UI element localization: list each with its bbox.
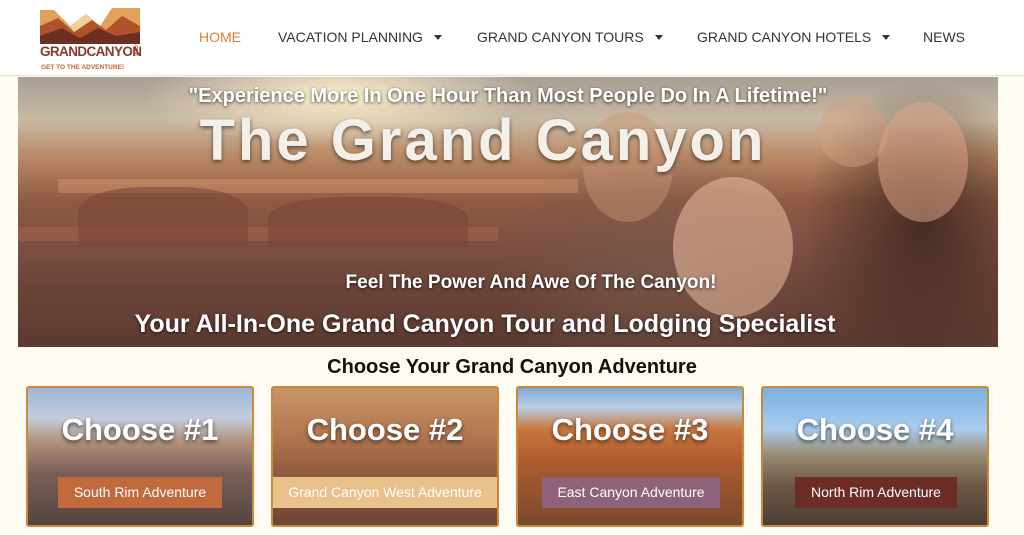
hero-banner: "Experience More In One Hour Than Most P… — [18, 77, 998, 347]
nav-vacation-planning-label: VACATION PLANNING — [278, 29, 423, 45]
nav-grand-canyon-hotels-label: GRAND CANYON HOTELS — [697, 29, 872, 45]
main-nav: HOME VACATION PLANNING GRAND CANYON TOUR… — [0, 29, 1024, 49]
adventure-card-north-rim[interactable]: Choose #4 North Rim Adventure — [761, 386, 989, 527]
nav-grand-canyon-tours-label: GRAND CANYON TOURS — [477, 29, 644, 45]
adventure-card-south-rim[interactable]: Choose #1 South Rim Adventure — [26, 386, 254, 527]
card-title: Choose #3 — [551, 412, 709, 447]
nav-home[interactable]: HOME — [199, 29, 241, 45]
nav-grand-canyon-tours[interactable]: GRAND CANYON TOURS — [477, 29, 663, 45]
hero-quote: "Experience More In One Hour Than Most P… — [188, 85, 828, 107]
chevron-down-icon — [433, 35, 442, 40]
card-title: Choose #2 — [306, 412, 464, 447]
south-rim-adventure-button[interactable]: South Rim Adventure — [58, 477, 222, 508]
adventure-card-west[interactable]: Choose #2 Grand Canyon West Adventure — [271, 386, 499, 527]
grand-canyon-west-adventure-button[interactable]: Grand Canyon West Adventure — [273, 477, 497, 508]
east-canyon-adventure-button[interactable]: East Canyon Adventure — [542, 477, 720, 508]
chevron-down-icon — [654, 35, 663, 40]
card-title: Choose #1 — [61, 412, 219, 447]
nav-home-label: HOME — [199, 29, 241, 45]
north-rim-adventure-button[interactable]: North Rim Adventure — [795, 477, 957, 508]
nav-vacation-planning[interactable]: VACATION PLANNING — [278, 29, 442, 45]
card-title: Choose #4 — [796, 412, 954, 447]
site-header: GRANDCANYON .com GET TO THE ADVENTURE! H… — [0, 0, 1024, 76]
hero-subtitle: Feel The Power And Awe Of The Canyon! — [345, 272, 717, 293]
family-photo-girl — [673, 177, 793, 317]
adventures-heading: Choose Your Grand Canyon Adventure — [327, 356, 697, 378]
chevron-down-icon — [882, 35, 891, 40]
logo-tagline: GET TO THE ADVENTURE! — [41, 64, 125, 71]
nav-grand-canyon-hotels[interactable]: GRAND CANYON HOTELS — [697, 29, 891, 45]
nav-news[interactable]: NEWS — [923, 29, 965, 45]
canyon-butte — [268, 197, 468, 247]
canyon-butte — [78, 187, 248, 247]
hero-title: The Grand Canyon — [199, 108, 767, 173]
adventure-card-east[interactable]: Choose #3 East Canyon Adventure — [516, 386, 744, 527]
hero-specialist-tagline: Your All-In-One Grand Canyon Tour and Lo… — [134, 310, 836, 338]
nav-news-label: NEWS — [923, 29, 965, 45]
